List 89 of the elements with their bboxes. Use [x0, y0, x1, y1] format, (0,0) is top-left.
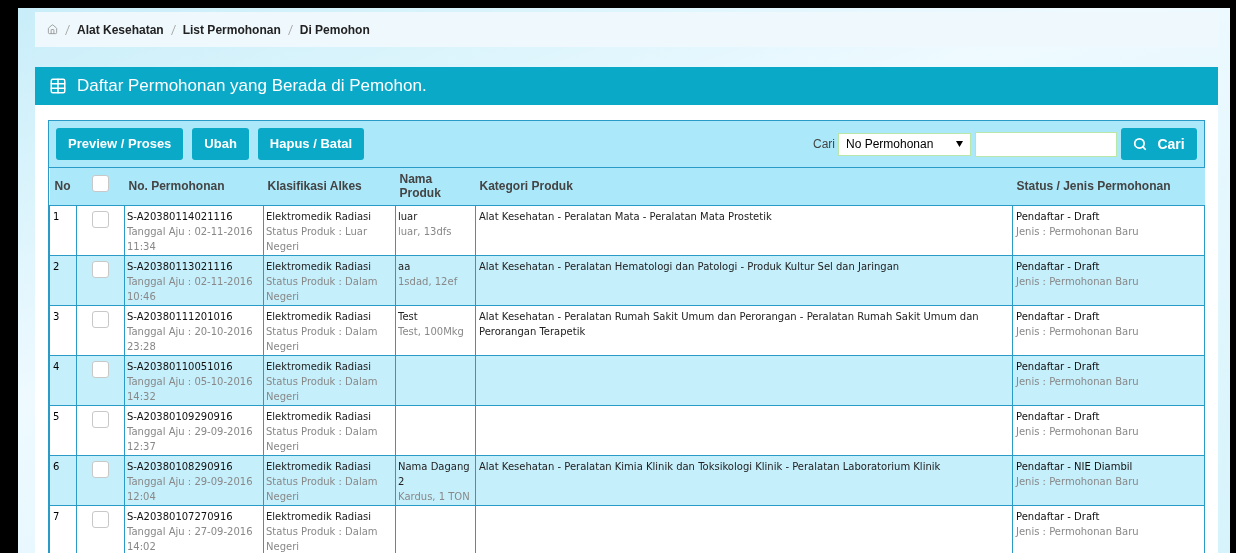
submit-date: Tanggal Aju : 29-09-2016 12:04 — [127, 474, 254, 504]
checkbox[interactable] — [92, 210, 109, 228]
search-field[interactable] — [975, 131, 1117, 157]
product-category: Alat Kesehatan - Peralatan Kimia Klinik dan Toksikologi Klinik - Peralatan Laboratorium Klinik — [479, 459, 942, 474]
request-status: Pendaftar - NIE Diambil — [1016, 459, 1134, 474]
request-status: Pendaftar - Draft — [1016, 409, 1101, 424]
row-number: 1 — [53, 210, 60, 222]
row-number: 7 — [53, 510, 60, 522]
product-status: Status Produk : Dalam Negeri — [266, 324, 379, 354]
submit-date: Tanggal Aju : 02-11-2016 11:34 — [127, 224, 254, 254]
row-number: 4 — [53, 360, 60, 372]
submit-date: Tanggal Aju : 20-10-2016 23:28 — [127, 324, 254, 354]
checkbox[interactable] — [92, 310, 109, 328]
request-number: S-A20380113021116 — [127, 259, 234, 274]
request-number: S-A20380107270916 — [127, 509, 234, 524]
checkbox[interactable] — [92, 410, 109, 428]
row-number: 5 — [53, 410, 60, 422]
separator-icon — [170, 24, 176, 35]
product-category: Alat Kesehatan - Peralatan Hematologi dan Patologi - Produk Kultur Sel dan Jaringan — [479, 259, 901, 274]
product-status: Status Produk : Dalam Negeri — [266, 524, 379, 553]
search-label: Cari — [813, 136, 835, 153]
request-number: S-A20380110051016 — [127, 359, 234, 374]
request-number: S-A20380108290916 — [127, 459, 234, 474]
request-type: Jenis : Permohonan Baru — [1016, 224, 1140, 239]
product-name: luar — [398, 209, 419, 224]
request-type: Jenis : Permohonan Baru — [1016, 274, 1140, 289]
submit-date: Tanggal Aju : 27-09-2016 14:02 — [127, 524, 254, 553]
column-header: Kategori Produk — [475, 168, 1013, 205]
table-icon — [49, 77, 67, 95]
product-category: Alat Kesehatan - Peralatan Rumah Sakit Umum dan Perorangan - Peralatan Rumah Sakit Umum dan Perorangan Terapetik — [479, 309, 980, 339]
column-header: Nama Produk — [395, 168, 476, 205]
request-status: Pendaftar - Draft — [1016, 209, 1101, 224]
row-number: 6 — [53, 460, 60, 472]
submit-date: Tanggal Aju : 29-09-2016 12:37 — [127, 424, 254, 454]
column-header: No — [49, 168, 77, 205]
request-type: Jenis : Permohonan Baru — [1016, 424, 1140, 439]
classification: Elektromedik Radiasi — [266, 509, 373, 524]
separator-icon — [65, 24, 70, 35]
request-type: Jenis : Permohonan Baru — [1016, 374, 1140, 389]
product-name: aa — [398, 259, 412, 274]
column-header: No. Permohonan — [124, 168, 264, 205]
search-icon — [1133, 137, 1148, 151]
product-name: Nama Dagang 2 — [398, 459, 471, 489]
checkbox[interactable] — [92, 360, 109, 378]
product-detail: Test, 100Mkg — [398, 324, 465, 339]
request-number: S-A20380114021116 — [127, 209, 234, 224]
request-status: Pendaftar - Draft — [1016, 309, 1101, 324]
product-status: Status Produk : Dalam Negeri — [266, 374, 379, 404]
request-number: S-A20380109290916 — [127, 409, 234, 424]
separator-icon — [287, 24, 293, 35]
request-type: Jenis : Permohonan Baru — [1016, 474, 1140, 489]
home-icon[interactable] — [47, 24, 58, 35]
classification: Elektromedik Radiasi — [266, 309, 373, 324]
product-status: Status Produk : Dalam Negeri — [266, 474, 379, 504]
column-header: Klasifikasi Alkes — [263, 168, 396, 205]
product-status: Status Produk : Dalam Negeri — [266, 274, 379, 304]
column-header: Status / Jenis Permohonan — [1012, 168, 1205, 205]
breadcrumb-link[interactable]: Di Pemohon — [299, 20, 370, 39]
product-name: Test — [398, 309, 419, 324]
checkbox[interactable] — [92, 175, 109, 193]
classification: Elektromedik Radiasi — [266, 459, 373, 474]
request-status: Pendaftar - Draft — [1016, 259, 1101, 274]
product-detail: Kardus, 1 TON — [398, 489, 471, 504]
row-number: 2 — [53, 260, 60, 272]
classification: Elektromedik Radiasi — [266, 209, 373, 224]
caret-icon — [956, 141, 963, 147]
submit-date: Tanggal Aju : 05-10-2016 14:32 — [127, 374, 254, 404]
checkbox[interactable] — [92, 260, 109, 278]
product-status: Status Produk : Luar Negeri — [266, 224, 369, 254]
request-number: S-A20380111201016 — [127, 309, 234, 324]
classification: Elektromedik Radiasi — [266, 359, 373, 374]
panel-title: Daftar Permohonan yang Berada di Pemohon. — [77, 75, 427, 98]
row-number: 3 — [53, 310, 60, 322]
classification: Elektromedik Radiasi — [266, 259, 373, 274]
request-status: Pendaftar - Draft — [1016, 359, 1101, 374]
breadcrumb-link[interactable]: List Permohonan — [182, 20, 281, 39]
product-category: Alat Kesehatan - Peralatan Mata - Peralatan Mata Prostetik — [479, 209, 773, 224]
request-status: Pendaftar - Draft — [1016, 509, 1101, 524]
request-type: Jenis : Permohonan Baru — [1016, 324, 1140, 339]
product-detail: 1sdad, 12ef — [398, 274, 459, 289]
checkbox[interactable] — [92, 460, 109, 478]
breadcrumb-link[interactable]: Alat Kesehatan — [77, 20, 164, 39]
classification: Elektromedik Radiasi — [266, 409, 373, 424]
search-type-select[interactable]: No Permohonan — [838, 132, 971, 156]
product-status: Status Produk : Dalam Negeri — [266, 424, 379, 454]
submit-date: Tanggal Aju : 02-11-2016 10:46 — [127, 274, 254, 304]
product-detail: luar, 13dfs — [398, 224, 453, 239]
checkbox[interactable] — [92, 510, 109, 528]
request-type: Jenis : Permohonan Baru — [1016, 524, 1140, 539]
